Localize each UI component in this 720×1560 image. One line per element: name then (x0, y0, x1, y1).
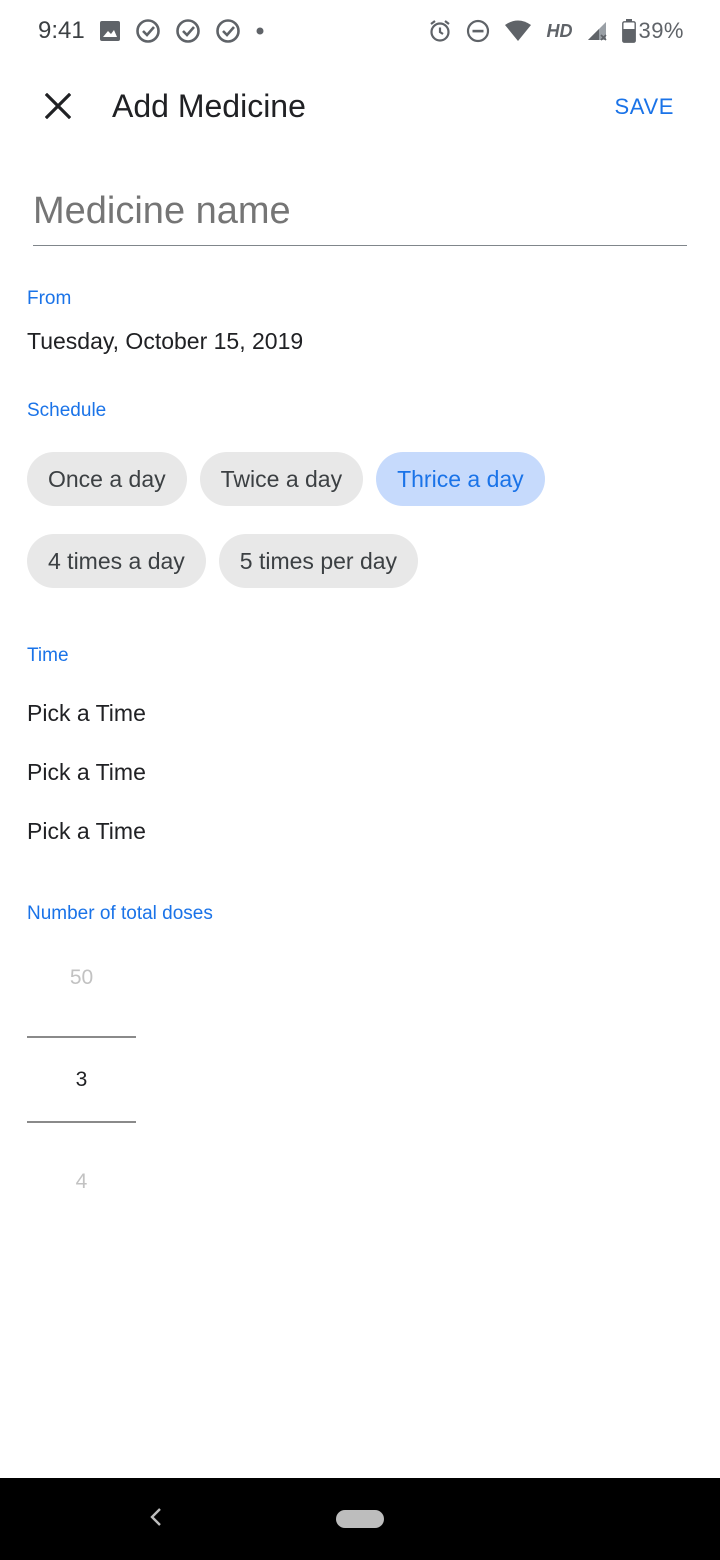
doses-label: Number of total doses (27, 903, 213, 924)
image-icon (99, 20, 121, 42)
network-badge: HD (546, 20, 573, 41)
wifi-icon (504, 20, 532, 42)
schedule-chip-once[interactable]: Once a day (27, 452, 187, 506)
picker-current-value[interactable]: 3 (27, 1068, 136, 1092)
close-button[interactable] (30, 80, 86, 136)
check-circle-icon (135, 18, 161, 44)
picker-previous-value[interactable]: 50 (27, 966, 136, 990)
alarm-icon (428, 19, 452, 43)
schedule-chip-row-2: 4 times a day 5 times per day (27, 534, 419, 588)
signal-icon (586, 20, 608, 42)
battery-percent: 39% (638, 18, 684, 43)
time-picker-1[interactable]: Pick a Time (27, 700, 146, 727)
back-button[interactable] (138, 1500, 174, 1538)
from-label: From (27, 288, 72, 309)
schedule-chip-twice[interactable]: Twice a day (199, 452, 364, 506)
time-picker-2[interactable]: Pick a Time (27, 759, 146, 786)
save-button[interactable]: SAVE (615, 94, 674, 120)
do-not-disturb-icon (466, 19, 490, 43)
check-circle-icon (215, 18, 241, 44)
time-label: Time (27, 645, 69, 666)
schedule-chip-5-times[interactable]: 5 times per day (218, 534, 419, 588)
dot-icon (255, 26, 265, 36)
battery-icon (622, 19, 637, 43)
check-circle-icon (175, 18, 201, 44)
status-left: 9:41 (38, 17, 265, 45)
schedule-label: Schedule (27, 400, 107, 421)
time-picker-3[interactable]: Pick a Time (27, 818, 146, 845)
schedule-chip-4-times[interactable]: 4 times a day (27, 534, 206, 588)
back-chevron-icon (149, 1507, 163, 1532)
medicine-name-input[interactable] (33, 186, 687, 246)
home-pill-icon[interactable] (336, 1510, 384, 1528)
close-icon (44, 92, 72, 124)
from-date-value[interactable]: Tuesday, October 15, 2019 (27, 328, 303, 355)
picker-divider-top (27, 1036, 136, 1038)
schedule-chip-row-1: Once a day Twice a day Thrice a day (27, 452, 545, 506)
picker-divider-bottom (27, 1121, 136, 1123)
page-title: Add Medicine (112, 88, 306, 124)
schedule-chip-thrice[interactable]: Thrice a day (376, 452, 545, 506)
add-medicine-screen: 9:41 HD 39% Add Medicine SAVE Medicine n… (0, 0, 720, 1560)
status-time: 9:41 (38, 17, 85, 44)
status-right: HD 39% (428, 18, 684, 44)
system-nav-bar (0, 1478, 720, 1560)
app-bar: Add Medicine SAVE (0, 70, 720, 146)
doses-number-picker[interactable]: 50 3 4 (27, 945, 136, 1215)
status-bar: 9:41 HD 39% (0, 0, 720, 62)
picker-next-value[interactable]: 4 (27, 1170, 136, 1194)
